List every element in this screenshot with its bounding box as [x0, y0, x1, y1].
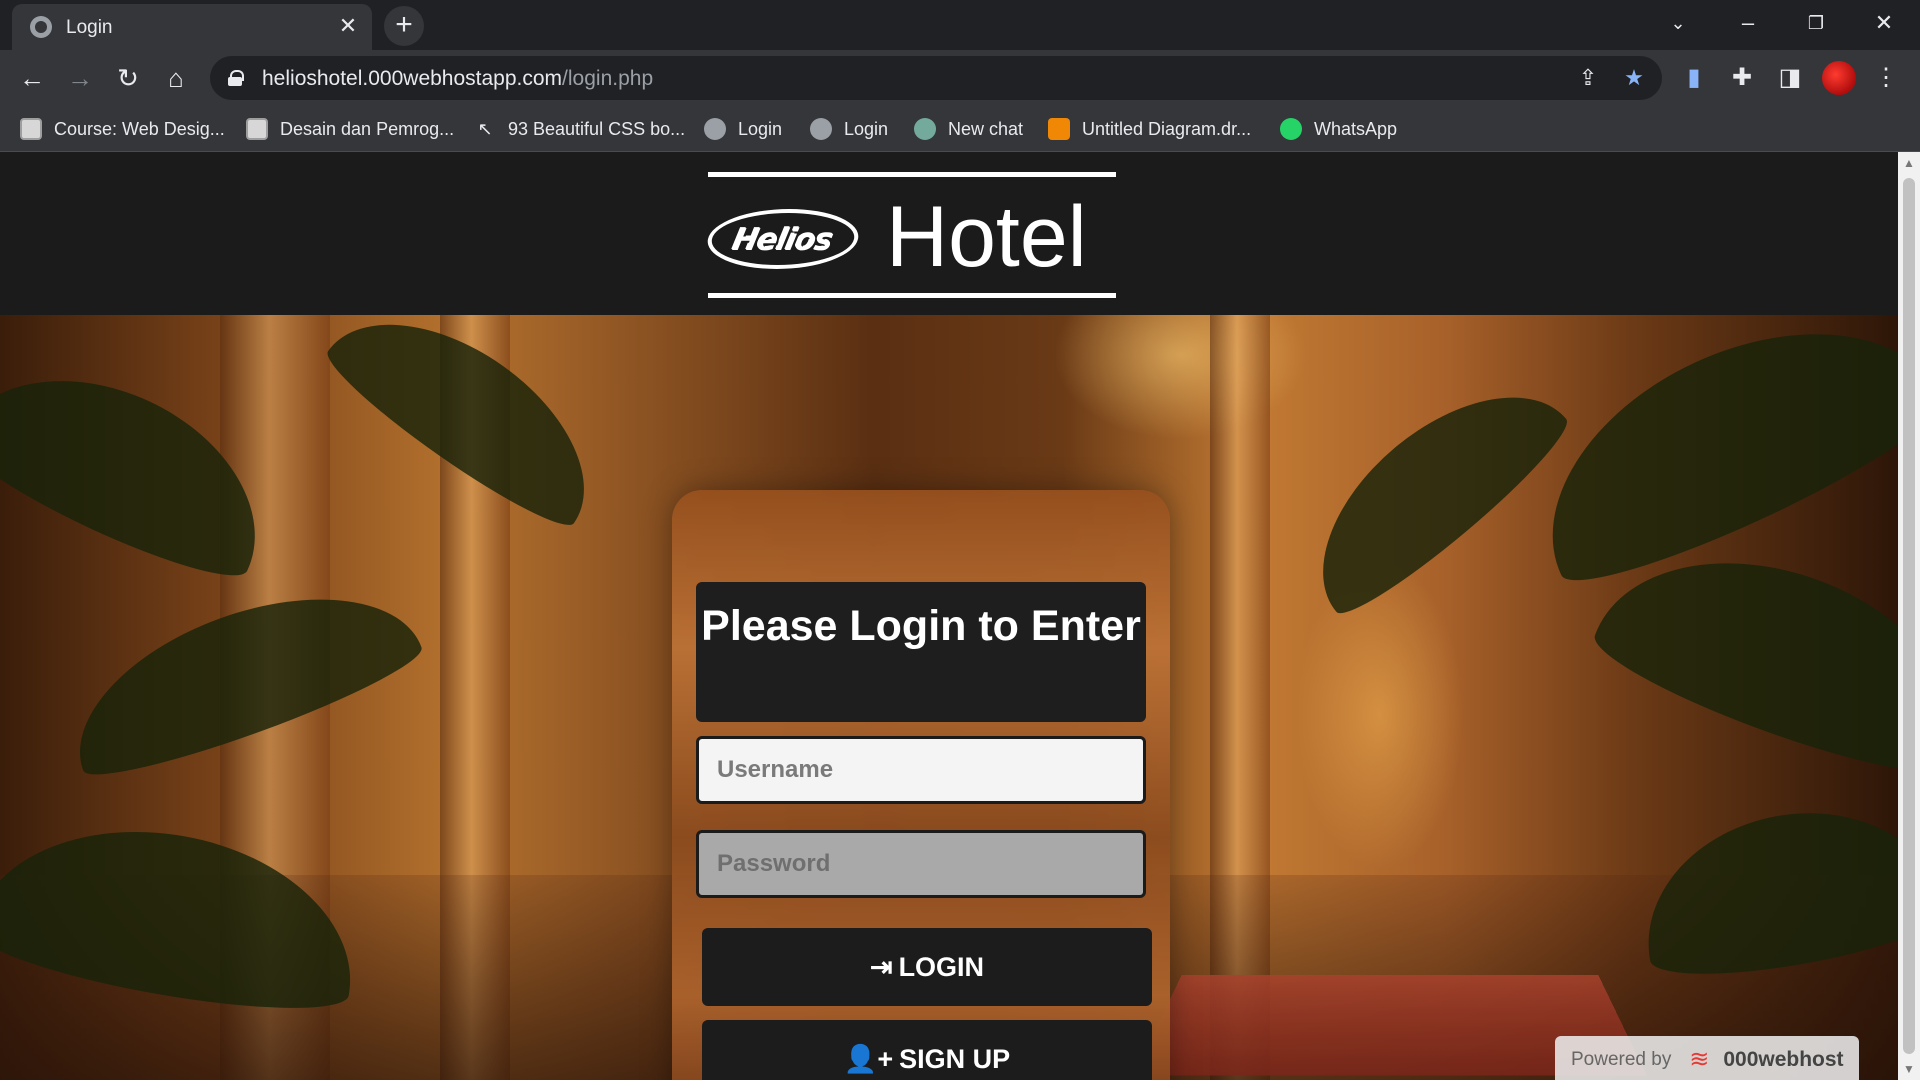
reload-icon[interactable]: ↻ [110, 60, 146, 96]
globe-icon [30, 16, 52, 38]
bookmarks-bar: Course: Web Desig... Desain dan Pemrog..… [0, 106, 1920, 152]
login-title: Please Login to Enter [696, 582, 1146, 722]
bookmark-item[interactable]: Login [810, 115, 888, 143]
helios-logo-mark: Helios [701, 209, 865, 269]
sign-in-icon: ⇥ [869, 951, 893, 982]
globe-icon [704, 118, 726, 140]
logo-wordmark: Hotel [886, 189, 1087, 285]
minimize-icon[interactable]: – [1728, 8, 1768, 38]
chatgpt-icon [914, 118, 936, 140]
extension-doc-icon[interactable]: ▮ [1678, 62, 1710, 94]
whatsapp-icon [1280, 118, 1302, 140]
password-input[interactable] [696, 830, 1146, 898]
login-card: Please Login to Enter ⇥ LOGIN 👤+ SIGN UP [672, 490, 1170, 1080]
user-plus-icon: 👤+ [843, 1044, 894, 1074]
browser-window: Login ✕ + ⌄ – ❐ ✕ ← → ↻ ⌂ helioshotel.00… [0, 0, 1920, 1080]
powered-by-badge[interactable]: Powered by ≋ 000webhost [1555, 1036, 1859, 1080]
bookmark-item[interactable]: Desain dan Pemrog... [246, 115, 454, 143]
tab-strip: Login ✕ + ⌄ – ❐ ✕ [0, 0, 1920, 50]
page-scrollbar[interactable]: ▲ ▼ [1898, 152, 1920, 1080]
scroll-down-icon[interactable]: ▼ [1898, 1058, 1920, 1080]
username-input[interactable] [696, 736, 1146, 804]
arrow-left-icon[interactable]: ← [14, 60, 50, 96]
bookmark-item[interactable]: New chat [914, 115, 1023, 143]
star-icon[interactable]: ★ [1620, 64, 1648, 92]
bookmark-item[interactable]: ↖ 93 Beautiful CSS bo... [474, 115, 685, 143]
side-panel-icon[interactable]: ◨ [1774, 62, 1806, 94]
bookmark-item[interactable]: Login [704, 115, 782, 143]
home-icon[interactable]: ⌂ [158, 60, 194, 96]
login-button[interactable]: ⇥ LOGIN [702, 928, 1152, 1006]
site-header: Helios Hotel [0, 152, 1898, 315]
page-viewport: Helios Hotel Please Login to Enter Usern… [0, 152, 1898, 1080]
bookmark-item[interactable]: Course: Web Desig... [20, 115, 225, 143]
puzzle-icon[interactable]: ✚ [1726, 62, 1758, 94]
tab-search-icon[interactable]: ⌄ [1658, 8, 1698, 38]
new-tab-button[interactable]: + [384, 6, 424, 46]
bookmark-item[interactable]: Untitled Diagram.dr... [1048, 115, 1251, 143]
url-text: helioshotel.000webhostapp.com/login.php [262, 67, 654, 90]
000webhost-logo-icon: ≋ [1689, 1046, 1710, 1073]
tab-login[interactable]: Login ✕ [12, 4, 372, 50]
lock-icon[interactable] [228, 70, 244, 86]
close-tab-icon[interactable]: ✕ [334, 12, 362, 40]
share-icon[interactable]: ⇪ [1574, 64, 1602, 92]
restore-icon[interactable]: ❐ [1796, 8, 1836, 38]
browser-toolbar: ← → ↻ ⌂ helioshotel.000webhostapp.com/lo… [0, 50, 1920, 106]
cursor-icon: ↖ [477, 119, 493, 139]
close-window-icon[interactable]: ✕ [1864, 8, 1904, 38]
kebab-menu-icon[interactable]: ⋮ [1870, 62, 1902, 94]
bookmark-item[interactable]: WhatsApp [1280, 115, 1397, 143]
signup-button[interactable]: 👤+ SIGN UP [702, 1020, 1152, 1080]
drawio-icon [1048, 118, 1070, 140]
scroll-up-icon[interactable]: ▲ [1898, 152, 1920, 174]
document-icon [20, 118, 42, 140]
arrow-right-icon[interactable]: → [62, 60, 98, 96]
profile-avatar[interactable] [1822, 61, 1856, 95]
globe-icon [810, 118, 832, 140]
tab-title: Login [66, 17, 113, 38]
document-icon [246, 118, 268, 140]
address-bar[interactable]: helioshotel.000webhostapp.com/login.php … [210, 56, 1662, 100]
site-logo[interactable]: Helios Hotel [701, 172, 1116, 298]
scrollbar-thumb[interactable] [1903, 178, 1915, 1054]
